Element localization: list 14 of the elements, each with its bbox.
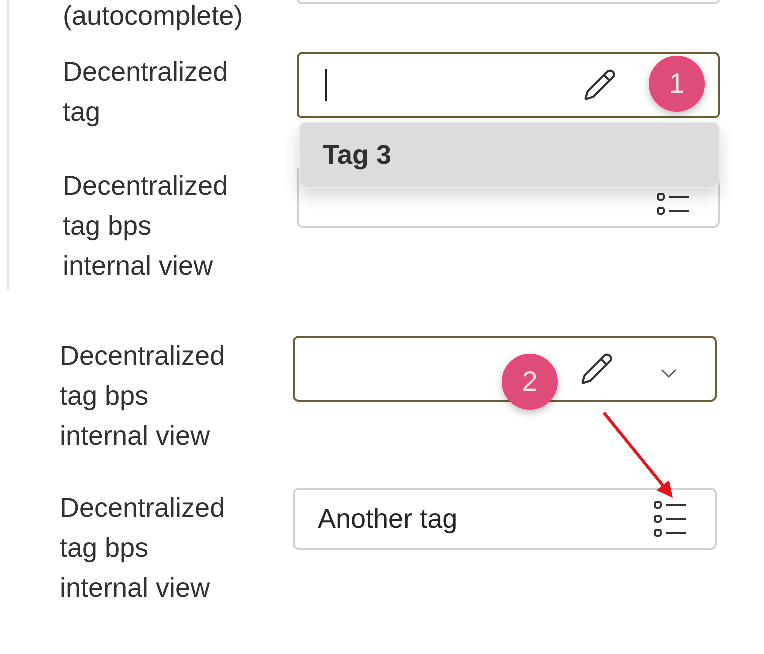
lookup-field[interactable]: Another tag xyxy=(293,488,717,550)
chevron-down-icon[interactable] xyxy=(661,368,677,378)
pencil-icon[interactable] xyxy=(580,352,614,386)
field-label: Decentralized tag bps internal view xyxy=(60,340,226,453)
dropdown-option[interactable]: Tag 3 xyxy=(300,123,719,187)
dropdown-field[interactable] xyxy=(293,336,717,402)
field-label: Decentralized tag bps internal view xyxy=(60,492,226,605)
dropdown-field[interactable] xyxy=(297,52,720,118)
field-label: Decentralized tag xyxy=(63,56,230,129)
input-field[interactable] xyxy=(297,0,720,4)
field-label: Decentralized tag bps internal view xyxy=(63,170,230,283)
field-label: (autocomplete) xyxy=(63,0,244,32)
pencil-icon[interactable] xyxy=(583,68,617,102)
list-icon[interactable] xyxy=(654,501,686,537)
